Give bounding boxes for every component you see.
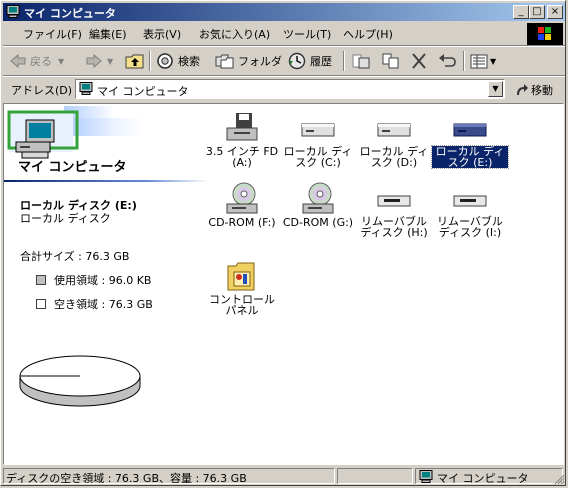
- drive-d[interactable]: ローカル ディスク (D:): [356, 112, 432, 169]
- total-size: 合計サイズ : 76.3 GB: [20, 250, 130, 263]
- my-computer-icon: [79, 82, 93, 95]
- undo-button[interactable]: [437, 51, 457, 71]
- free-swatch: [36, 299, 46, 309]
- back-button[interactable]: 戻る ▼: [9, 51, 64, 71]
- forward-arrow-icon: [86, 53, 102, 69]
- back-dropdown-icon[interactable]: ▼: [58, 57, 64, 66]
- disk-usage-pie: [19, 355, 141, 407]
- toolbar-separator-line: [3, 75, 565, 77]
- free-space-legend: 空き領域 : 76.3 GB: [36, 296, 153, 312]
- toolbar-separator: [463, 51, 465, 71]
- address-value: マイ コンピュータ: [97, 85, 189, 98]
- move-to-icon: [352, 54, 370, 69]
- drive-e[interactable]: ローカル ディスク (E:): [431, 112, 509, 169]
- menu-edit[interactable]: 編集(E): [89, 26, 127, 42]
- menu-help[interactable]: ヘルプ(H): [343, 26, 393, 42]
- toolbar-separator: [149, 51, 151, 71]
- cd-drive-icon: [300, 182, 336, 216]
- drive-h[interactable]: リムーバブル ディスク (H:): [356, 182, 432, 239]
- menu-file[interactable]: ファイル(F): [23, 26, 82, 42]
- close-button[interactable]: ×: [547, 5, 563, 19]
- back-arrow-icon: [10, 53, 26, 69]
- views-icon: [470, 54, 488, 69]
- go-arrow-icon: [517, 84, 528, 95]
- removable-disk-icon: [376, 182, 412, 216]
- menu-favorites[interactable]: お気に入り(A): [199, 26, 270, 42]
- my-computer-icon: [419, 470, 433, 483]
- search-icon: [157, 53, 173, 69]
- menu-view[interactable]: 表示(V): [143, 26, 181, 42]
- up-folder-icon: [125, 54, 144, 69]
- my-computer-large-icon: [15, 119, 55, 159]
- status-empty-panel: [337, 468, 413, 484]
- undo-icon: [439, 54, 456, 67]
- views-dropdown-icon[interactable]: ▼: [490, 57, 496, 66]
- search-button[interactable]: 検索: [155, 51, 200, 71]
- move-to-button[interactable]: [351, 51, 371, 71]
- explorer-window: マイ コンピュータ _ □ × ファイル(F) 編集(E) 表示(V) お気に入…: [0, 0, 566, 486]
- drive-f[interactable]: CD-ROM (F:): [204, 182, 280, 229]
- forward-button[interactable]: ▼: [85, 51, 113, 71]
- address-label: アドレス(D): [11, 84, 73, 97]
- cd-drive-icon: [224, 182, 260, 216]
- folders-button[interactable]: フォルダ: [215, 51, 282, 71]
- history-icon: [288, 52, 306, 70]
- up-folder-button[interactable]: [125, 51, 145, 71]
- removable-disk-icon: [452, 182, 488, 216]
- resize-grip-icon[interactable]: [553, 473, 565, 485]
- floppy-drive-icon: [224, 112, 260, 146]
- maximize-button[interactable]: □: [529, 5, 545, 19]
- forward-dropdown-icon[interactable]: ▼: [107, 57, 113, 66]
- pane-title: マイ コンピュータ: [18, 160, 127, 175]
- history-button[interactable]: 履歴: [287, 51, 332, 71]
- hard-disk-icon: [300, 112, 336, 146]
- window-title: マイ コンピュータ: [24, 7, 116, 20]
- menu-tools[interactable]: ツール(T): [283, 26, 331, 42]
- copy-to-icon: [382, 53, 399, 69]
- hard-disk-icon: [452, 112, 488, 146]
- drive-i[interactable]: リムーバブル ディスク (I:): [432, 182, 508, 239]
- content-area: マイ コンピュータ ローカル ディスク (E:) ローカル ディスク 合計サイズ…: [3, 103, 564, 465]
- delete-button[interactable]: [409, 51, 429, 71]
- windows-logo-icon: [527, 23, 563, 45]
- my-computer-icon: [6, 5, 20, 18]
- selected-drive-type: ローカル ディスク: [20, 212, 111, 225]
- address-bar: アドレス(D) マイ コンピュータ ▼ 移動: [3, 78, 565, 100]
- used-swatch: [36, 275, 46, 285]
- status-location: マイ コンピュータ: [415, 468, 563, 484]
- address-dropdown-button[interactable]: ▼: [488, 81, 503, 97]
- drive-c[interactable]: ローカル ディスク (C:): [280, 112, 356, 169]
- menu-bar: ファイル(F) 編集(E) 表示(V) お気に入り(A) ツール(T) ヘルプ(…: [3, 23, 521, 43]
- status-bar: ディスクの空き領域 : 76.3 GB、容量 : 76.3 GB マイ コンピュ…: [3, 467, 565, 485]
- control-panel-icon: [224, 260, 260, 294]
- address-input[interactable]: マイ コンピュータ ▼: [75, 79, 505, 99]
- folders-icon: [215, 54, 234, 69]
- go-button[interactable]: 移動: [515, 82, 553, 98]
- details-pane: マイ コンピュータ ローカル ディスク (E:) ローカル ディスク 合計サイズ…: [4, 104, 209, 464]
- views-button[interactable]: ▼: [469, 51, 496, 71]
- drive-g[interactable]: CD-ROM (G:): [280, 182, 356, 229]
- delete-icon: [412, 53, 426, 69]
- minimize-button[interactable]: _: [513, 5, 529, 19]
- used-space-legend: 使用領域 : 96.0 KB: [36, 272, 151, 288]
- control-panel[interactable]: コントロール パネル: [204, 260, 280, 317]
- copy-to-button[interactable]: [381, 51, 401, 71]
- status-free-space: ディスクの空き領域 : 76.3 GB、容量 : 76.3 GB: [3, 468, 335, 484]
- toolbar-separator: [343, 51, 345, 71]
- pane-title-underline: [4, 180, 209, 182]
- toolbar: 戻る ▼ ▼ 検索 フォルダ 履歴 ▼: [3, 47, 565, 75]
- title-bar[interactable]: マイ コンピュータ _ □ ×: [3, 3, 565, 21]
- hard-disk-icon: [376, 112, 412, 146]
- drive-a[interactable]: 3.5 インチ FD (A:): [204, 112, 280, 169]
